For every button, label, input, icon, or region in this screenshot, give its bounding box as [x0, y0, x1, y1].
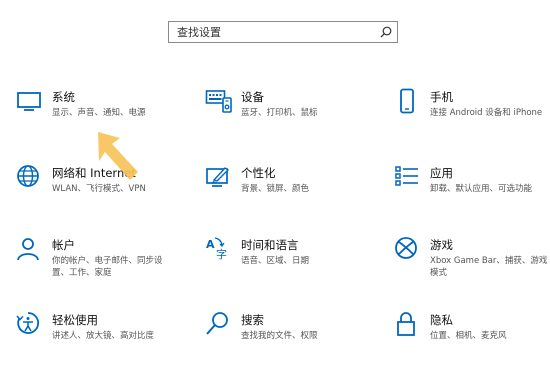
tile-desc: Xbox Game Bar、捕获、游戏模式 [430, 256, 548, 278]
tile-time-language[interactable]: A 字 时间和语言 语音、区域、日期 [205, 236, 380, 286]
keyboard-icon [205, 90, 232, 113]
phone-icon [400, 88, 414, 114]
tile-search[interactable]: 搜索 查找我的文件、权限 [205, 311, 380, 361]
ease-of-access-icon [16, 312, 40, 334]
tile-apps[interactable]: 应用 卸载、默认应用、可选功能 [394, 164, 550, 214]
search-icon [206, 312, 228, 335]
tile-title: 帐户 [52, 238, 75, 252]
tile-ease-of-access[interactable]: 轻松使用 讲述人、放大镜、高对比度 [16, 311, 191, 361]
tile-title: 应用 [430, 166, 453, 180]
person-icon [17, 238, 39, 261]
lock-icon [397, 312, 415, 336]
tile-accounts[interactable]: 帐户 你的帐户、电子邮件、同步设置、工作、家庭 [16, 236, 191, 286]
tile-desc: 位置、相机、麦克风 [430, 331, 507, 341]
svg-text:字: 字 [216, 247, 227, 261]
tile-title: 游戏 [430, 238, 453, 252]
svg-text:A: A [206, 238, 215, 251]
tile-title: 手机 [430, 90, 453, 104]
xbox-icon [395, 237, 417, 259]
tile-title: 时间和语言 [241, 238, 299, 252]
tile-desc: 查找我的文件、权限 [241, 331, 318, 341]
settings-search-input[interactable]: 查找设置 [168, 21, 398, 43]
tile-title: 设备 [241, 90, 264, 104]
tile-title: 轻松使用 [52, 313, 98, 327]
tile-desc: 你的帐户、电子邮件、同步设置、工作、家庭 [52, 256, 163, 278]
tile-title: 系统 [52, 90, 75, 104]
search-placeholder: 查找设置 [177, 26, 221, 39]
search-icon[interactable] [380, 26, 392, 38]
tile-desc: 显示、声音、通知、电源 [52, 108, 146, 118]
globe-icon [17, 165, 39, 187]
language-icon: A 字 [206, 237, 227, 261]
apps-list-icon [395, 166, 418, 186]
tile-desc: 背景、锁屏、颜色 [241, 184, 310, 194]
tile-desc: 蓝牙、打印机、鼠标 [241, 108, 318, 118]
monitor-icon [17, 92, 41, 111]
tile-desc: 讲述人、放大镜、高对比度 [52, 331, 155, 341]
tile-title: 搜索 [241, 313, 264, 327]
tile-personalization[interactable]: 个性化 背景、锁屏、颜色 [205, 164, 380, 214]
tile-privacy[interactable]: 隐私 位置、相机、麦克风 [394, 311, 550, 361]
tile-desc: 卸载、默认应用、可选功能 [430, 184, 533, 194]
paint-icon [206, 167, 230, 187]
pointer-arrow-icon [98, 132, 138, 180]
tile-title: 隐私 [430, 313, 453, 327]
tile-desc: 语音、区域、日期 [241, 256, 310, 266]
tile-phone[interactable]: 手机 连接 Android 设备和 iPhone [394, 88, 550, 138]
tile-title: 个性化 [241, 166, 276, 180]
tile-gaming[interactable]: 游戏 Xbox Game Bar、捕获、游戏模式 [394, 236, 550, 286]
tile-devices[interactable]: 设备 蓝牙、打印机、鼠标 [205, 88, 380, 138]
tile-desc: 连接 Android 设备和 iPhone [430, 108, 543, 118]
